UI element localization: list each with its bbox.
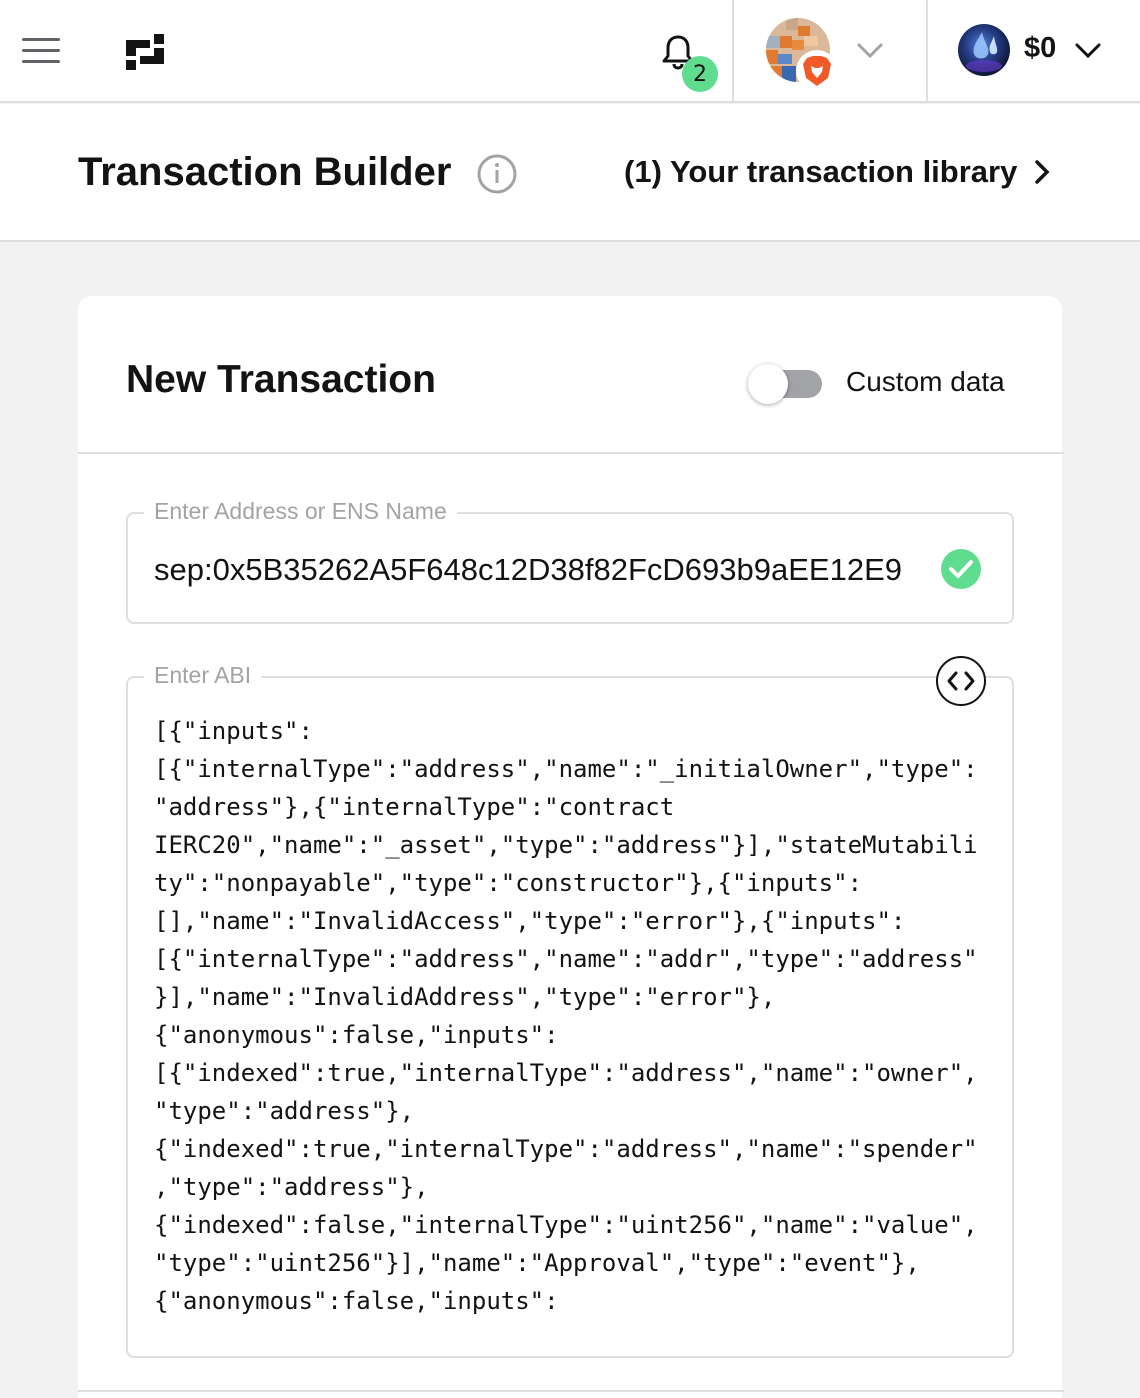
new-transaction-card: New Transaction Custom data Enter Addres… [78, 296, 1064, 1398]
divider [78, 452, 1064, 454]
wallet-menu-button[interactable] [760, 16, 900, 92]
transaction-library-label: (1) Your transaction library [624, 154, 1018, 189]
menu-line [22, 37, 60, 41]
abi-field[interactable]: Enter ABI [{"inputs": [{"internalType":"… [126, 656, 1014, 1358]
page-title: Transaction Builder [78, 150, 452, 194]
toggle-knob [748, 364, 788, 404]
address-field-label: Enter Address or ENS Name [144, 498, 457, 525]
custom-data-toggle[interactable] [748, 364, 824, 404]
top-bar: 2 $0 [0, 0, 1140, 103]
menu-line [22, 59, 60, 63]
chevron-down-icon [1075, 43, 1101, 59]
safe-logo-icon[interactable] [120, 28, 170, 76]
card-title: New Transaction [126, 358, 436, 401]
balance-amount: $0 [1024, 32, 1057, 64]
account-avatar-icon [958, 24, 1010, 76]
custom-data-label: Custom data [846, 366, 1005, 397]
page-header: Transaction Builder (1) Your transaction… [0, 104, 1140, 242]
code-icon [947, 671, 975, 691]
account-menu-button[interactable]: $0 [950, 20, 1120, 84]
notifications-button[interactable]: 2 [652, 28, 722, 94]
brave-wallet-icon [796, 50, 838, 92]
divider [732, 0, 734, 102]
chevron-down-icon [857, 43, 883, 59]
divider [78, 1390, 1064, 1392]
hamburger-menu-button[interactable] [22, 30, 70, 70]
address-field[interactable]: Enter Address or ENS Name sep:0x5B35262A… [126, 498, 1014, 624]
info-icon[interactable] [476, 153, 518, 195]
menu-line [22, 48, 60, 52]
address-input[interactable]: sep:0x5B35262A5F648c12D38f82FcD693b9aEE1… [154, 552, 924, 588]
notification-count-badge: 2 [682, 56, 718, 92]
check-circle-icon [941, 549, 981, 589]
divider [926, 0, 928, 102]
transaction-library-link[interactable]: (1) Your transaction library [624, 154, 1051, 190]
code-view-button[interactable] [936, 656, 986, 706]
abi-textarea[interactable]: [{"inputs": [{"internalType":"address","… [154, 712, 984, 1320]
chevron-right-icon [1035, 160, 1050, 184]
abi-field-label: Enter ABI [144, 662, 262, 689]
